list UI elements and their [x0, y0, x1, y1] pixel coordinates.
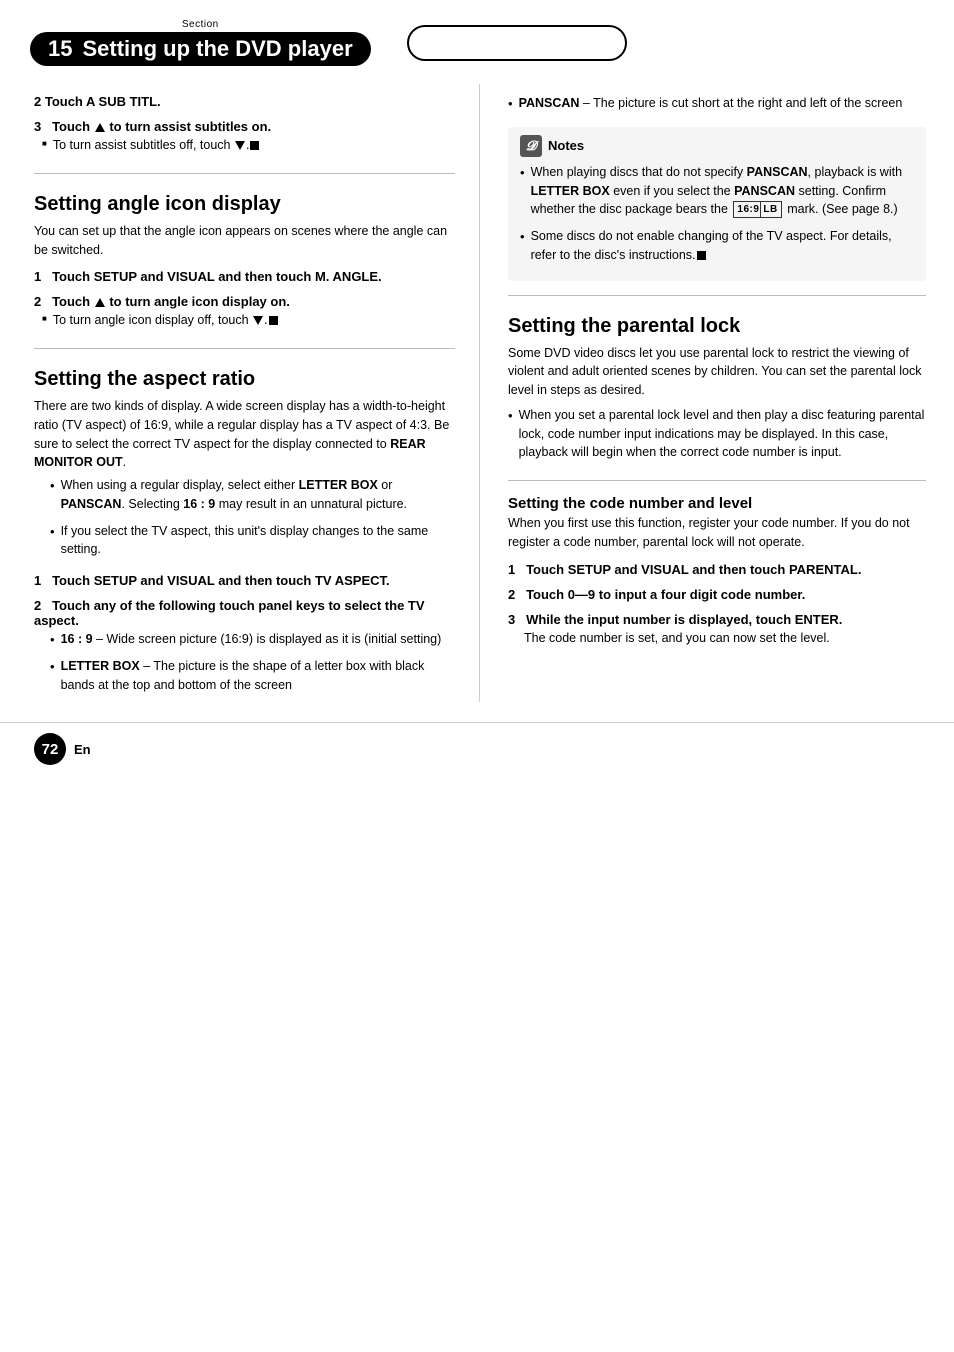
notes-icon: 𝓓 — [520, 135, 542, 157]
step2-heading: 2 Touch A SUB TITL. — [34, 94, 455, 109]
aspect-bullet2: • If you select the TV aspect, this unit… — [50, 522, 455, 564]
notes-box: 𝓓 Notes • When playing discs that do not… — [508, 127, 926, 281]
note1: • When playing discs that do not specify… — [520, 163, 914, 223]
parental-lock-heading: Setting the parental lock — [508, 314, 926, 338]
step2c-heading: 2 Touch 0—9 to input a four digit code n… — [508, 587, 926, 602]
subbullet-letterbox: • LETTER BOX – The picture is the shape … — [50, 657, 455, 699]
main-columns: 2 Touch A SUB TITL. 3 Touch to turn assi… — [0, 84, 954, 702]
angle-icon-heading: Setting angle icon display — [34, 192, 455, 216]
code-number-body: When you first use this function, regist… — [508, 514, 926, 552]
subbullet-169: • 16 : 9 – Wide screen picture (16:9) is… — [50, 630, 455, 653]
step2b-heading: 2 Touch any of the following touch panel… — [34, 598, 455, 628]
header: Section 15 Setting up the DVD player — [0, 20, 954, 66]
parental-bullet: • When you set a parental lock level and… — [508, 406, 926, 466]
bullet-square-icon2: ■ — [42, 314, 47, 323]
step3c-body: The code number is set, and you can now … — [524, 629, 926, 648]
step1a-heading: 1 Touch SETUP and VISUAL and then touch … — [34, 269, 455, 284]
step1b-heading: 1 Touch SETUP and VISUAL and then touch … — [34, 573, 455, 588]
code-number-heading: Setting the code number and level — [508, 495, 926, 512]
step1c-heading: 1 Touch SETUP and VISUAL and then touch … — [508, 562, 926, 577]
step2a-bullet: ■ To turn angle icon display off, touch … — [42, 311, 455, 334]
footer-lang: En — [74, 742, 91, 757]
subbullet-panscan: • PANSCAN – The picture is cut short at … — [508, 94, 926, 117]
left-column: 2 Touch A SUB TITL. 3 Touch to turn assi… — [0, 84, 480, 702]
step3-bullet: ■ To turn assist subtitles off, touch . — [42, 136, 455, 159]
footer: 72 En — [0, 722, 954, 765]
section-badge: Section 15 Setting up the DVD player — [30, 20, 371, 66]
header-right-box — [407, 25, 627, 61]
step2a-heading: 2 Touch to turn angle icon display on. — [34, 294, 455, 309]
right-column: • PANSCAN – The picture is cut short at … — [480, 84, 954, 702]
notes-title: 𝓓 Notes — [520, 135, 914, 157]
section-number: 15 — [48, 36, 72, 62]
section-title: Setting up the DVD player — [82, 36, 352, 62]
note2: • Some discs do not enable changing of t… — [520, 227, 914, 269]
mark-box: 16:9LB — [733, 201, 781, 218]
section-pill: 15 Setting up the DVD player — [30, 32, 371, 66]
aspect-bullet1: • When using a regular display, select e… — [50, 476, 455, 518]
angle-icon-body: You can set up that the angle icon appea… — [34, 222, 455, 260]
aspect-ratio-body: There are two kinds of display. A wide s… — [34, 397, 455, 472]
aspect-ratio-heading: Setting the aspect ratio — [34, 367, 455, 391]
step3c-heading: 3 While the input number is displayed, t… — [508, 612, 926, 627]
section-label: Section — [182, 20, 219, 30]
parental-lock-body: Some DVD video discs let you use parenta… — [508, 344, 926, 400]
page: Section 15 Setting up the DVD player 2 T… — [0, 0, 954, 1352]
bullet-square-icon: ■ — [42, 139, 47, 148]
step3-heading: 3 Touch to turn assist subtitles on. — [34, 119, 455, 134]
page-number-badge: 72 — [34, 733, 66, 765]
